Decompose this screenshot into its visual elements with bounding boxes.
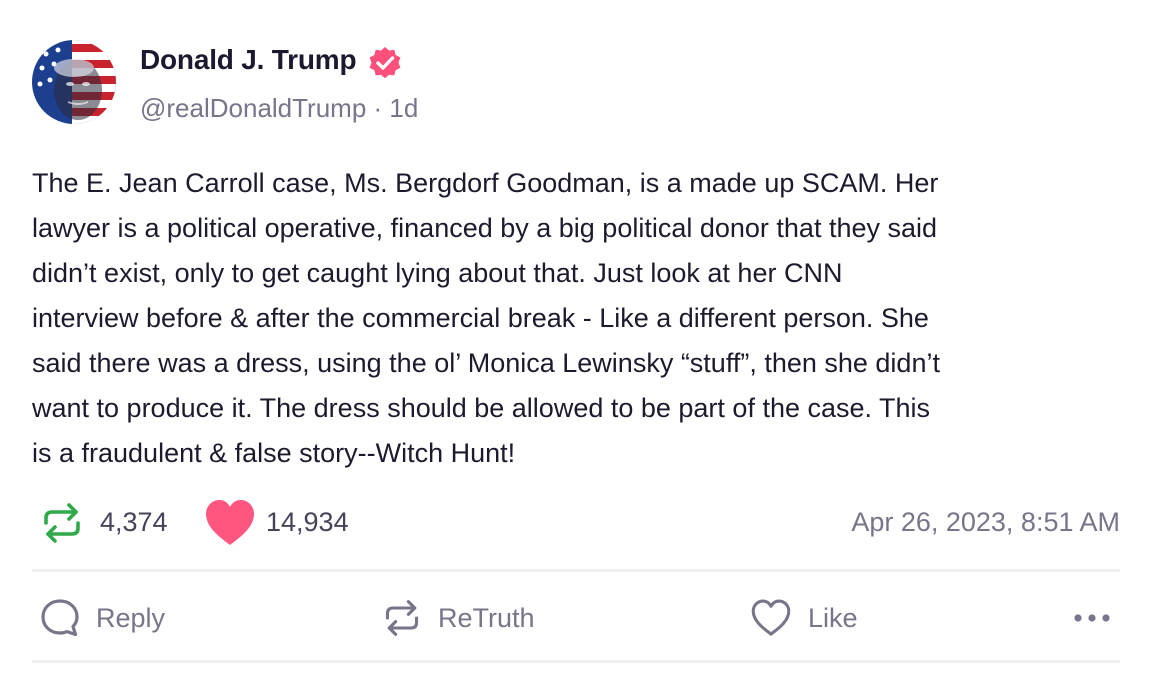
- author-name[interactable]: Donald J. Trump: [140, 44, 357, 76]
- like-button[interactable]: Like: [750, 590, 858, 646]
- retruth-button[interactable]: ReTruth: [382, 590, 535, 646]
- action-bar: Reply ReTruth Like: [32, 590, 1120, 646]
- divider-bottom: [32, 660, 1120, 663]
- post-age[interactable]: 1d: [389, 93, 418, 123]
- like-label: Like: [808, 602, 858, 633]
- avatar[interactable]: [32, 40, 116, 124]
- reply-icon: [41, 599, 79, 637]
- stats-row: 4,374 14,934 Apr 26, 2023, 8:51 AM: [32, 496, 1120, 550]
- author-handle[interactable]: @realDonaldTrump: [140, 93, 366, 123]
- reply-button[interactable]: Reply: [40, 590, 165, 646]
- retruth-count: 4,374: [100, 507, 168, 537]
- reply-label: Reply: [96, 602, 166, 633]
- author-handle-line: @realDonaldTrump · 1d: [140, 93, 418, 124]
- post-timestamp: Apr 26, 2023, 8:51 AM: [851, 507, 1120, 537]
- retruth-label: ReTruth: [438, 602, 535, 633]
- heart-outline-icon: [751, 599, 791, 636]
- divider-top: [32, 569, 1120, 572]
- heart-icon[interactable]: [204, 499, 256, 547]
- verified-badge-icon: [369, 47, 401, 79]
- retruth-icon: [385, 600, 419, 636]
- more-icon[interactable]: [1070, 604, 1114, 632]
- post-text: The E. Jean Carroll case, Ms. Bergdorf G…: [32, 168, 940, 468]
- avatar-image: [32, 40, 116, 124]
- truth-post: Donald J. Trump @realDonaldTrump · 1d Th…: [0, 0, 1157, 684]
- retruth-icon[interactable]: [40, 501, 84, 545]
- separator-dot: ·: [366, 93, 390, 123]
- like-count: 14,934: [266, 507, 349, 537]
